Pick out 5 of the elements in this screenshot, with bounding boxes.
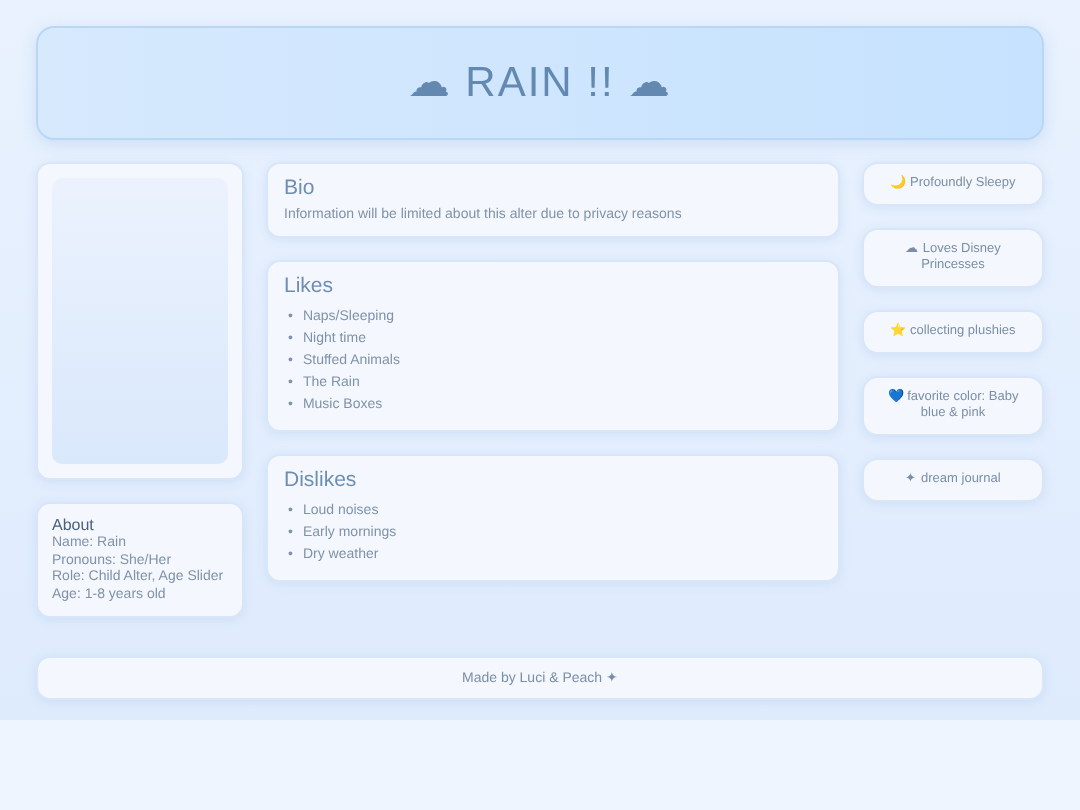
- section-heading: Likes: [284, 274, 336, 298]
- page-title: ☁ RAIN !! ☁: [407, 58, 673, 108]
- about-heading: About: [52, 516, 96, 534]
- section-heading: Dislikes: [284, 468, 359, 492]
- section-heading: Bio: [284, 176, 317, 200]
